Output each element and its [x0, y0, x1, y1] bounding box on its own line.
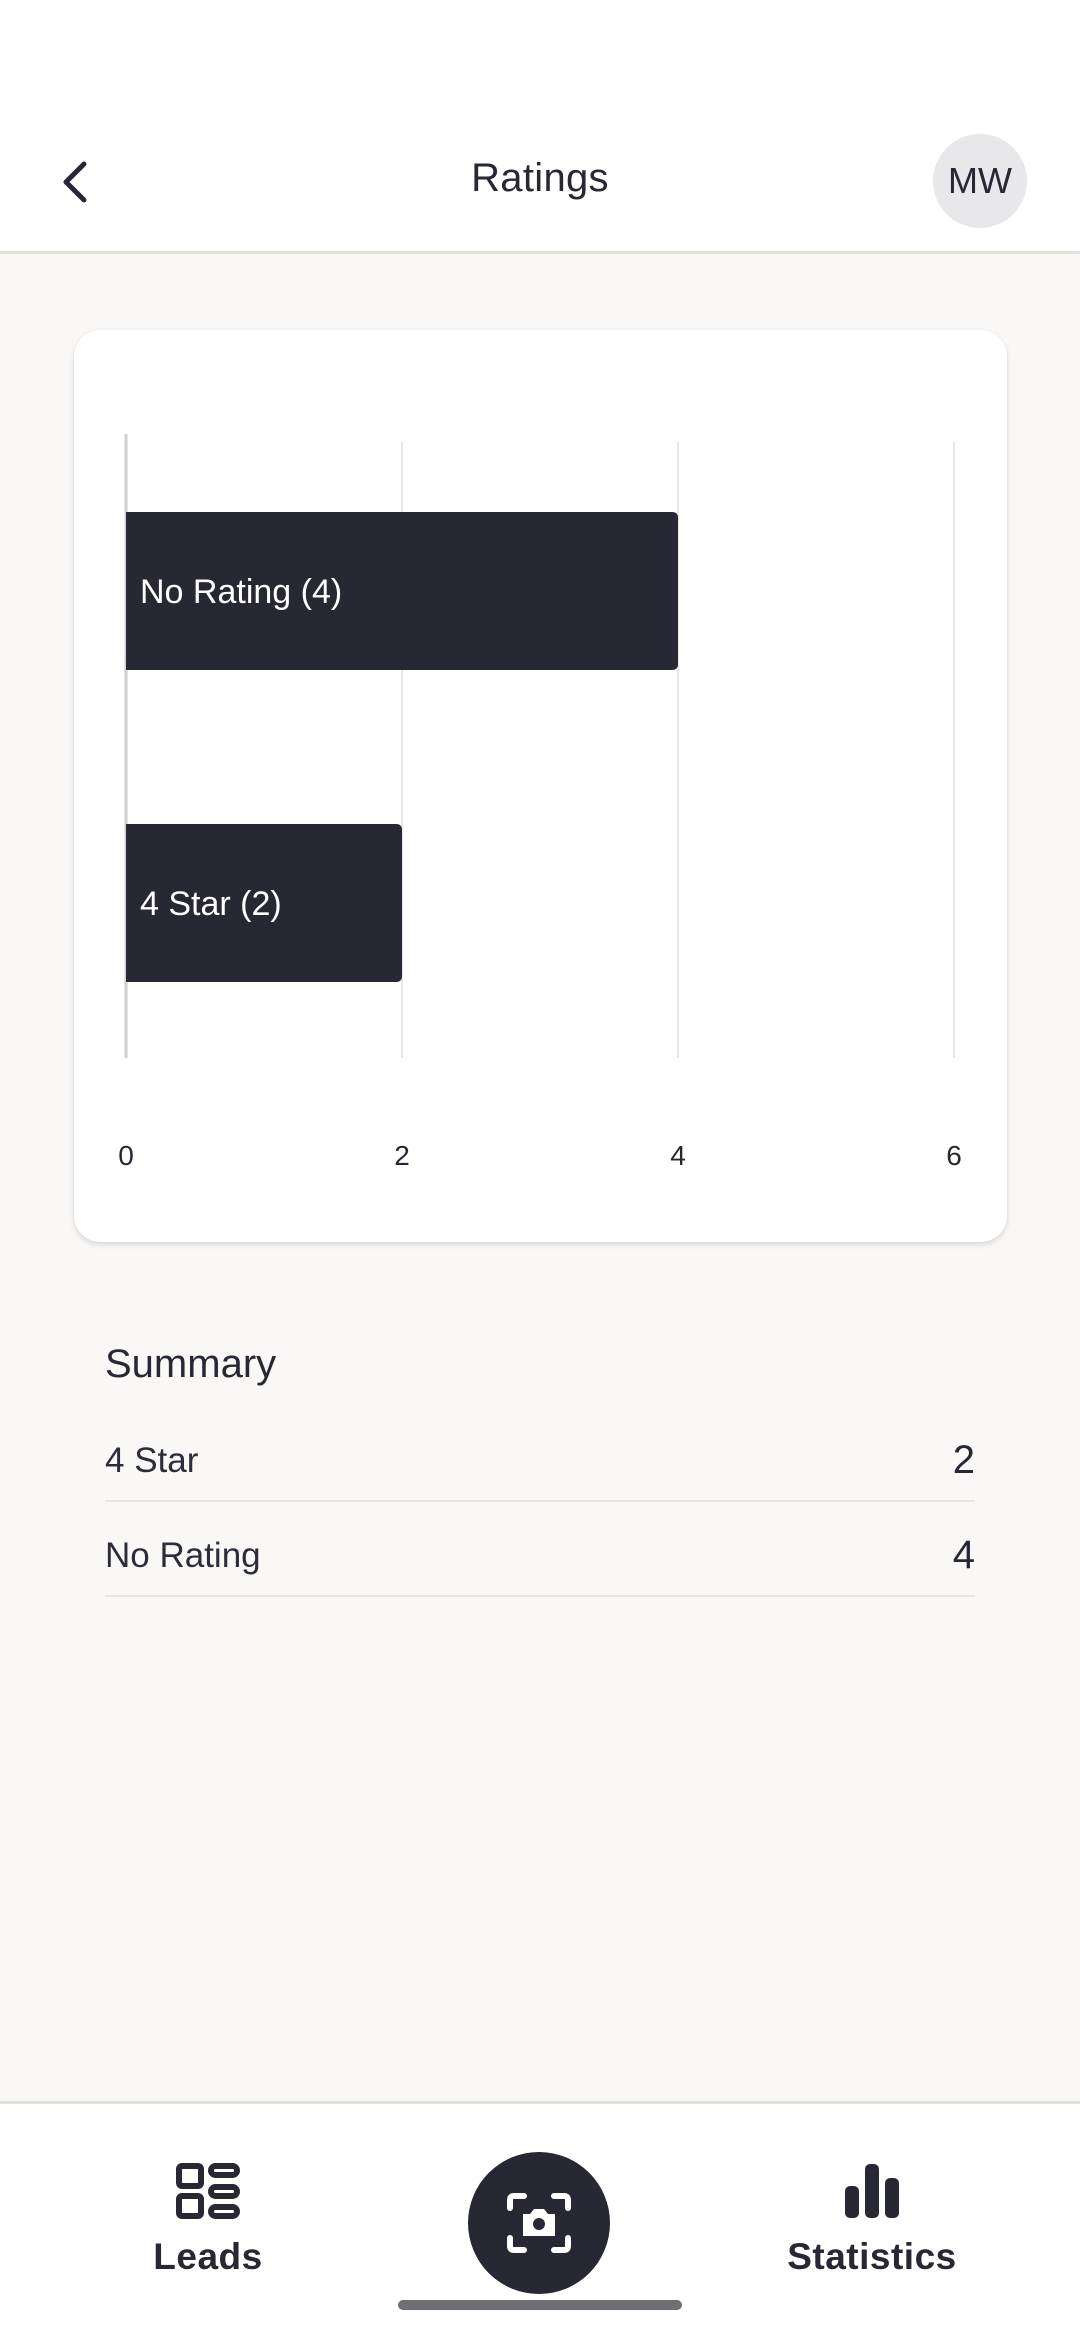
chart-bar-label: No Rating (4): [140, 573, 342, 611]
bar-chart-icon: [845, 2164, 899, 2218]
summary-row-value: 4: [952, 1533, 975, 1577]
summary-title: Summary: [105, 1342, 277, 1386]
nav-leads-label: Leads: [153, 2236, 263, 2277]
summary-row: No Rating 4: [105, 1502, 975, 1597]
ratings-bar-chart: No Rating (4) 4 Star (2) 0 2 4 6: [118, 434, 962, 1171]
nav-statistics[interactable]: Statistics: [752, 2162, 992, 2278]
camera-scan-button[interactable]: [468, 2152, 610, 2294]
summary-row-label: No Rating: [105, 1535, 261, 1575]
summary-row-value: 2: [952, 1438, 975, 1482]
nav-statistics-label: Statistics: [787, 2236, 957, 2277]
status-bar: [0, 0, 1080, 110]
chart-tick-label: 0: [118, 1140, 134, 1171]
dashboard-icon: [176, 2163, 240, 2219]
chart-tick-label: 4: [670, 1140, 686, 1171]
home-indicator: [398, 2300, 682, 2310]
chart-tick-label: 2: [394, 1140, 410, 1171]
nav-leads[interactable]: Leads: [88, 2162, 328, 2278]
chart-tick-label: 6: [946, 1140, 962, 1171]
ratings-chart-card: No Rating (4) 4 Star (2) 0 2 4 6: [74, 330, 1007, 1242]
chart-bar-label: 4 Star (2): [140, 885, 282, 923]
avatar[interactable]: MW: [933, 134, 1027, 228]
summary-section: Summary 4 Star 2 No Rating 4: [105, 1342, 975, 1597]
page-title: Ratings: [471, 156, 609, 200]
app-header: Ratings MW: [0, 110, 1080, 254]
summary-row-label: 4 Star: [105, 1440, 199, 1480]
camera-scan-icon: [507, 2193, 571, 2253]
summary-row: 4 Star 2: [105, 1407, 975, 1502]
